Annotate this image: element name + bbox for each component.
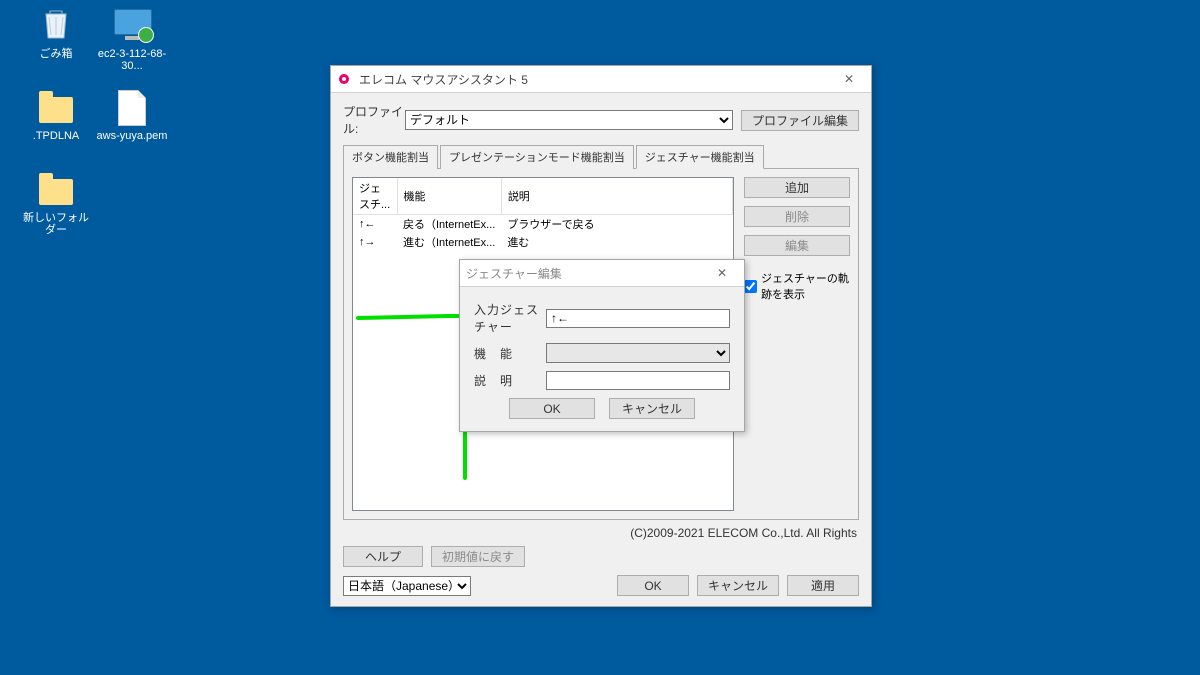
file-icon [118,90,146,126]
tab-gesture-assign[interactable]: ジェスチャー機能割当 [636,145,764,169]
description-label: 説 明 [474,372,546,389]
ok-button[interactable]: OK [617,575,689,596]
tab-bar: ボタン機能割当 プレゼンテーションモード機能割当 ジェスチャー機能割当 [343,145,859,169]
cancel-button[interactable]: キャンセル [697,575,779,596]
tab-presentation-assign[interactable]: プレゼンテーションモード機能割当 [440,145,634,169]
desktop-icon-label: aws-yuya.pem [94,130,170,142]
function-select[interactable] [546,343,730,363]
desktop-icon-rdp[interactable]: ec2-3-112-68-30... [94,4,170,72]
col-description[interactable]: 説明 [501,178,732,215]
profile-edit-button[interactable]: プロファイル編集 [741,110,859,131]
edit-button[interactable]: 編集 [744,235,850,256]
show-trace-checkbox[interactable]: ジェスチャーの軌跡を表示 [744,270,850,302]
dialog-titlebar[interactable]: ジェスチャー編集 ✕ [460,260,744,287]
desktop-icon-newfolder[interactable]: 新しいフォルダー [18,168,94,236]
desktop-icon-tpdlna[interactable]: .TPDLNA [18,86,94,142]
description-input[interactable] [546,371,730,390]
desktop-icon-label: 新しいフォルダー [18,212,94,236]
computer-icon [114,9,150,39]
col-function[interactable]: 機能 [397,178,501,215]
dialog-cancel-button[interactable]: キャンセル [609,398,695,419]
folder-icon [39,179,73,205]
delete-button[interactable]: 削除 [744,206,850,227]
dialog-close-button[interactable]: ✕ [702,261,742,285]
col-gesture[interactable]: ジェスチ... [353,178,397,215]
profile-select[interactable]: デフォルト [405,110,733,130]
window-title: エレコム マウスアシスタント 5 [359,71,829,88]
desktop-icon-recycle-bin[interactable]: ごみ箱 [18,4,94,60]
desktop-icon-label: .TPDLNA [18,130,94,142]
gesture-input-label: 入力ジェスチャー [474,301,546,335]
apply-button[interactable]: 適用 [787,575,859,596]
close-button[interactable]: ✕ [829,67,869,91]
show-trace-input[interactable] [744,280,757,293]
folder-icon [39,97,73,123]
reset-button[interactable]: 初期値に戻す [431,546,525,567]
desktop-icon-pem[interactable]: aws-yuya.pem [94,86,170,142]
function-label: 機 能 [474,345,546,362]
language-select[interactable]: 日本語（Japanese） [343,576,471,596]
desktop-icon-label: ごみ箱 [18,48,94,60]
table-row[interactable]: ↑← 戻る（InternetEx... ブラウザーで戻る [353,215,733,234]
profile-label: プロファイル: [343,103,405,137]
close-icon: ✕ [844,72,854,86]
desktop-icon-label: ec2-3-112-68-30... [94,48,170,72]
titlebar[interactable]: エレコム マウスアシスタント 5 ✕ [331,66,871,93]
copyright-text: (C)2009-2021 ELECOM Co.,Ltd. All Rights [345,526,857,540]
dialog-title: ジェスチャー編集 [466,265,702,282]
dialog-ok-button[interactable]: OK [509,398,595,419]
help-button[interactable]: ヘルプ [343,546,423,567]
close-icon: ✕ [717,266,727,280]
tab-button-assign[interactable]: ボタン機能割当 [343,145,438,169]
add-button[interactable]: 追加 [744,177,850,198]
gesture-edit-dialog: ジェスチャー編集 ✕ 入力ジェスチャー 機 能 説 明 OK キャンセル [459,259,745,432]
gesture-input[interactable] [546,309,730,328]
table-row[interactable]: ↑→ 進む（InternetEx... 進む [353,233,733,251]
recycle-bin-icon [40,6,72,42]
app-icon [337,71,353,87]
